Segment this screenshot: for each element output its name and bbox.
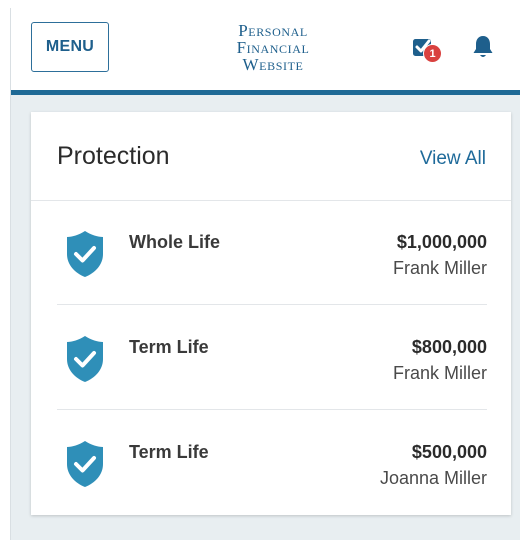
shield-check-icon (67, 231, 103, 277)
policy-amount: $800,000 (411, 337, 487, 357)
protection-card: Protection View All Whole Life $1,000,00… (31, 112, 511, 515)
policy-type: Whole Life (129, 232, 220, 252)
card-header: Protection View All (31, 112, 511, 201)
policy-type: Term Life (129, 442, 209, 462)
policy-owner: Joanna Miller (379, 468, 487, 488)
card-title: Protection (57, 142, 170, 170)
policy-type: Term Life (129, 337, 209, 357)
menu-button[interactable]: MENU (31, 22, 109, 72)
policy-row[interactable]: Term Life $500,000 Joanna Miller (57, 410, 487, 514)
policy-row[interactable]: Whole Life $1,000,000 Frank Miller (57, 200, 487, 305)
policy-amount: $1,000,000 (396, 232, 487, 252)
top-header: MENU Personal Financial Website 1 (11, 8, 520, 95)
logo-line-2: Financial (236, 38, 310, 57)
tasks-badge: 1 (423, 44, 442, 63)
bell-icon[interactable] (471, 34, 495, 60)
site-logo[interactable]: Personal Financial Website (211, 22, 335, 73)
policy-amount: $500,000 (411, 442, 487, 462)
view-all-link[interactable]: View All (420, 148, 486, 170)
policy-owner: Frank Miller (392, 363, 487, 383)
policy-owner: Frank Miller (392, 258, 487, 278)
shield-check-icon (67, 441, 103, 487)
shield-check-icon (67, 336, 103, 382)
app-frame: MENU Personal Financial Website 1 Protec… (10, 8, 520, 540)
logo-line-1: Personal (238, 21, 308, 40)
logo-line-3: Website (242, 55, 304, 74)
policy-row[interactable]: Term Life $800,000 Frank Miller (57, 305, 487, 410)
